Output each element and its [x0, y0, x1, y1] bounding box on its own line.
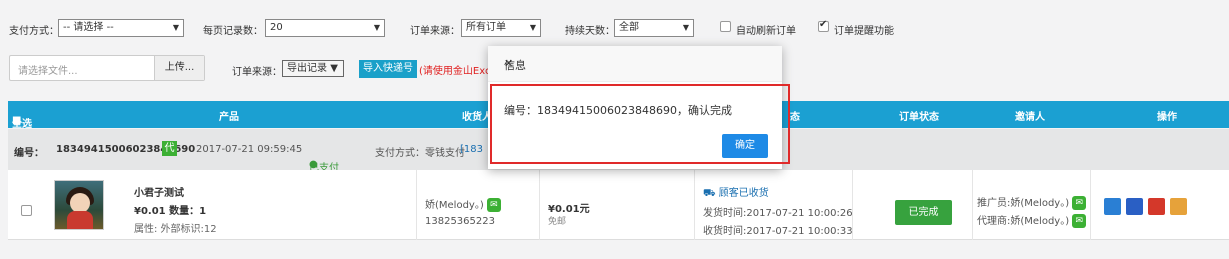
- col-product: 产品: [219, 112, 239, 123]
- view-icon[interactable]: [1104, 198, 1121, 215]
- note-icon[interactable]: [1170, 198, 1187, 215]
- chevron-down-icon: ▼: [330, 63, 338, 74]
- receiver-name: 娇(Melody。) ✉: [425, 196, 501, 212]
- order-remind-label: 订单提醒功能: [834, 26, 894, 37]
- file-picker[interactable]: 请选择文件... 上传...: [9, 55, 205, 81]
- file-input[interactable]: 请选择文件...: [18, 62, 78, 77]
- days-label: 持续天数：: [565, 26, 615, 37]
- col-inviter: 邀请人: [1015, 112, 1045, 123]
- per-page-select-value: 20: [270, 22, 283, 33]
- agent-tag: 代: [162, 141, 177, 156]
- auto-refresh-checkbox[interactable]: [720, 21, 731, 32]
- order-remind-checkbox[interactable]: [818, 19, 829, 32]
- auto-refresh-label: 自动刷新订单: [736, 26, 796, 37]
- payment-label: 支付方式：: [9, 26, 59, 37]
- import-note: (请使用金山Exc: [419, 66, 491, 77]
- order-datetime: 2017-07-21 09:59:45: [196, 144, 303, 155]
- row-checkbox[interactable]: [21, 205, 32, 216]
- import-tracking-button[interactable]: 导入快递号: [359, 60, 417, 78]
- product-thumbnail[interactable]: [54, 180, 104, 230]
- ship-time: 发货时间:2017-07-21 10:00:26: [703, 208, 853, 219]
- payment-method: 支付方式：零钱支付: [375, 148, 465, 159]
- days-select[interactable]: 全部 ▼: [614, 19, 694, 37]
- receiver-phone: 13825365223: [425, 216, 495, 227]
- order-status-button[interactable]: 已完成: [895, 200, 952, 225]
- edit-icon[interactable]: [1126, 198, 1143, 215]
- table-row: 小君子测试 ¥0.01 数量：1 属性: 外部标识:12 娇(Melody。) …: [8, 170, 1229, 240]
- wechat-icon: ✉: [1072, 214, 1087, 228]
- per-page-label: 每页记录数：: [203, 26, 263, 37]
- import-source-label: 订单来源：: [232, 67, 282, 78]
- days-select-value: 全部: [619, 22, 639, 33]
- col-actions: 操作: [1157, 112, 1177, 123]
- order-number-label: 编号：: [14, 148, 44, 159]
- wechat-icon: ✉: [1072, 196, 1087, 210]
- receive-time: 收货时间:2017-07-21 10:00:33: [703, 226, 853, 237]
- delete-icon[interactable]: [1148, 198, 1165, 215]
- chevron-down-icon: ▼: [682, 23, 689, 32]
- chevron-down-icon: ▼: [172, 23, 179, 32]
- payment-select-value: -- 请选择 --: [63, 22, 114, 33]
- import-source-select[interactable]: 导出记录 ▼: [282, 60, 344, 77]
- source-label: 订单来源：: [410, 26, 460, 37]
- receipt-status: ⛟ 顾客已收货: [703, 184, 769, 201]
- receiver-name-text: 娇(Melody。): [425, 200, 484, 211]
- receipt-status-text: 顾客已收货: [718, 188, 769, 199]
- agent-text[interactable]: 代理商:娇(Melody。): [977, 216, 1069, 227]
- chevron-down-icon: ▼: [529, 23, 536, 32]
- import-source-value: 导出记录: [287, 63, 327, 74]
- payment-extra: [183: [460, 144, 483, 155]
- promoter-text[interactable]: 推广员:娇(Melody。): [977, 198, 1069, 209]
- shipping-fee: 免邮: [548, 217, 567, 227]
- agent: 代理商:娇(Melody。) ✉: [977, 212, 1087, 228]
- payment-select[interactable]: -- 请选择 -- ▼: [58, 19, 184, 37]
- promoter: 推广员:娇(Melody。) ✉: [977, 194, 1087, 210]
- product-attributes: 属性: 外部标识:12: [134, 224, 217, 235]
- upload-button[interactable]: 上传...: [154, 56, 204, 80]
- col-order-status: 订单状态: [899, 112, 939, 123]
- select-all-label: 全选: [12, 119, 32, 130]
- source-select-value: 所有订单: [466, 22, 506, 33]
- per-page-select[interactable]: 20 ▼: [265, 19, 385, 37]
- truck-icon: ⛟: [703, 188, 716, 199]
- product-price-qty: ¥0.01 数量：1: [134, 206, 207, 217]
- product-name[interactable]: 小君子测试: [134, 184, 184, 199]
- col-status-partial: 态: [790, 112, 800, 123]
- chevron-down-icon: ▼: [373, 23, 380, 32]
- wechat-icon: ✉: [486, 198, 501, 212]
- dialog-titlebar: 信息 ✕: [488, 46, 782, 82]
- source-select[interactable]: 所有订单 ▼: [461, 19, 541, 37]
- close-icon[interactable]: ✕: [504, 57, 768, 70]
- order-amount: ¥0.01元: [548, 204, 590, 215]
- highlight-frame: [490, 84, 790, 164]
